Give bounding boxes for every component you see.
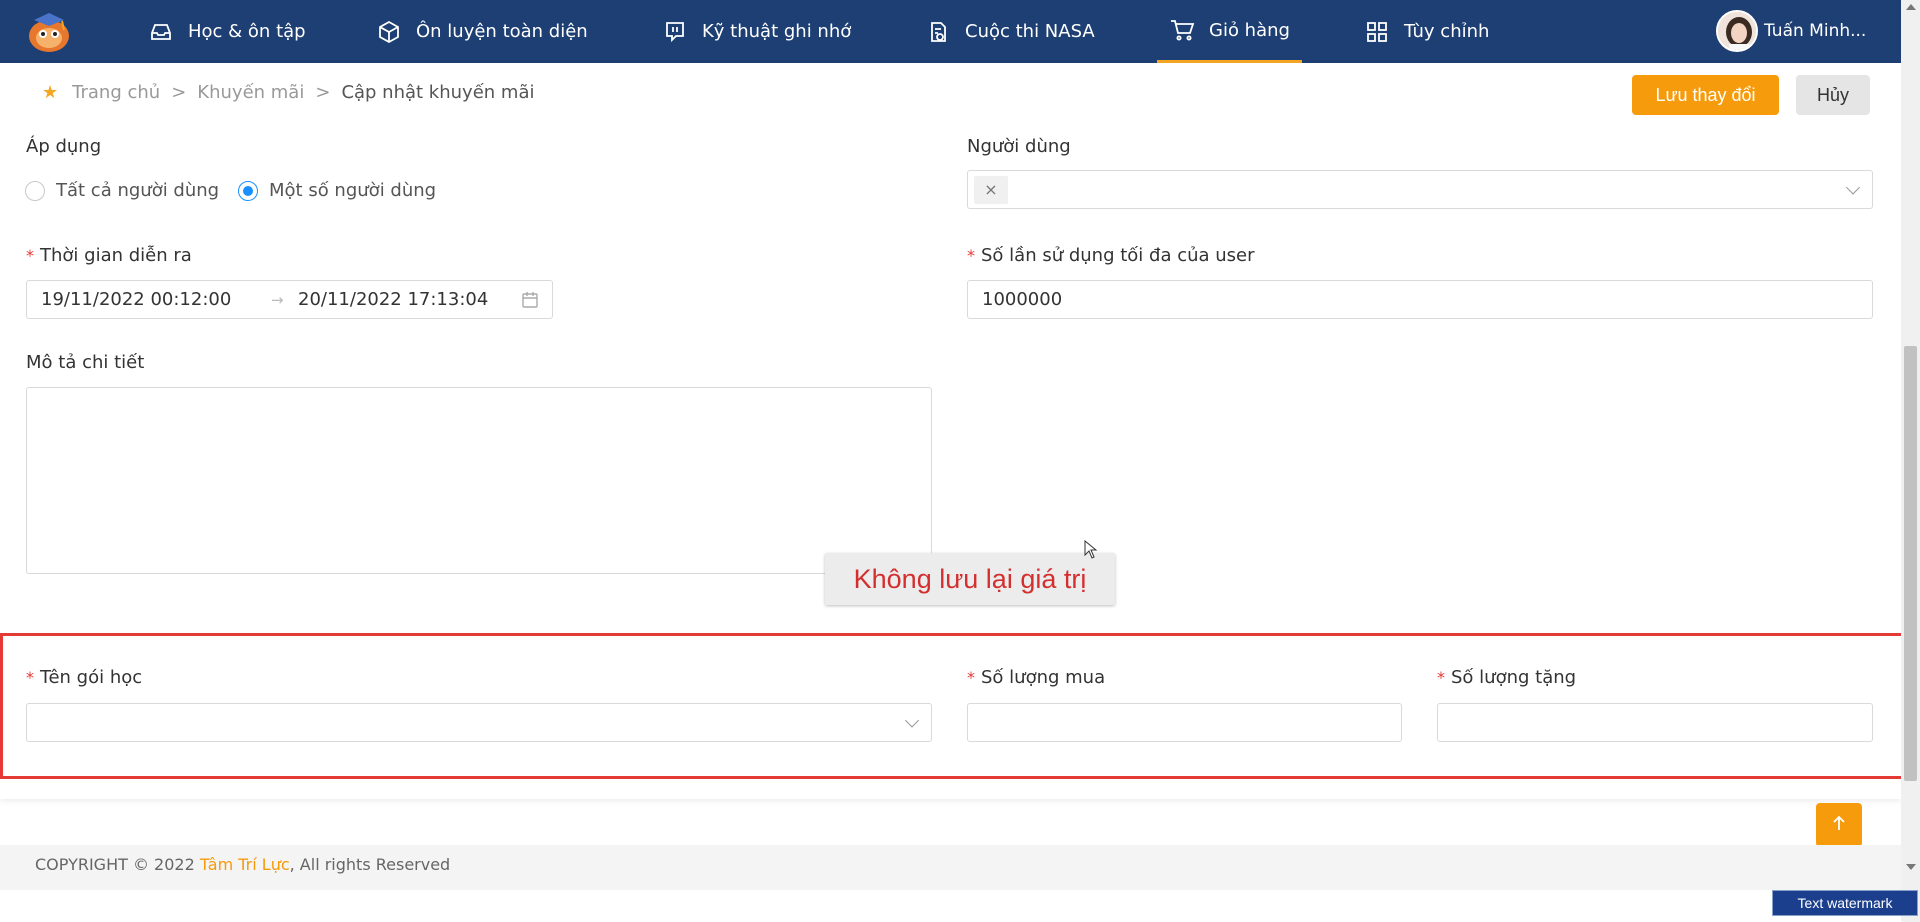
- scroll-to-top-button[interactable]: [1816, 803, 1862, 847]
- radio-all-users[interactable]: Tất cả người dùng: [25, 180, 219, 201]
- package-select[interactable]: [26, 703, 932, 742]
- brand-link[interactable]: Tâm Trí Lực: [200, 855, 290, 874]
- chevron-down-icon: [904, 712, 920, 728]
- annotation-callout: Không lưu lại giá trị: [825, 553, 1115, 605]
- nav-item-hoc-on-tap[interactable]: Học & ôn tập: [148, 0, 306, 63]
- close-icon[interactable]: ×: [984, 180, 997, 199]
- nav-item-gio-hang[interactable]: Giỏ hàng: [1157, 0, 1302, 63]
- text-watermark: Text watermark: [1772, 890, 1918, 916]
- nav-item-label: Học & ôn tập: [188, 21, 306, 42]
- save-button[interactable]: Lưu thay đổi: [1632, 75, 1779, 115]
- breadcrumb-section[interactable]: Khuyến mãi: [197, 82, 304, 103]
- description-textarea[interactable]: [26, 387, 932, 574]
- users-select[interactable]: ×: [967, 170, 1873, 209]
- time-label-text: Thời gian diễn ra: [40, 245, 192, 266]
- nav-item-ky-thuat[interactable]: Kỹ thuật ghi nhớ: [662, 0, 851, 63]
- required-mark: *: [1437, 668, 1445, 687]
- date-end-input[interactable]: 20/11/2022 17:13:04: [298, 289, 488, 310]
- box-icon: [376, 19, 402, 45]
- vertical-scrollbar[interactable]: [1901, 0, 1920, 922]
- required-mark: *: [26, 246, 34, 265]
- nav-item-label: Cuộc thi NASA: [965, 21, 1095, 42]
- clipboard-icon: [925, 19, 951, 45]
- avatar: [1716, 10, 1758, 52]
- gift-qty-input[interactable]: [1437, 703, 1873, 742]
- arrow-right-icon: →: [271, 290, 284, 309]
- max-use-label: * Số lần sử dụng tối đa của user: [967, 245, 1255, 266]
- max-use-value: 1000000: [982, 289, 1063, 310]
- copyright-suffix: , All rights Reserved: [289, 855, 451, 874]
- app-logo[interactable]: [24, 10, 74, 54]
- radio-circle: [238, 180, 258, 201]
- users-label: Người dùng: [967, 136, 1071, 157]
- star-icon: ★: [42, 82, 59, 103]
- grid-icon: [1364, 19, 1390, 45]
- top-navbar: Học & ôn tập Ôn luyện toàn diện Kỹ thuật…: [0, 0, 1901, 63]
- nav-item-tuy-chinh[interactable]: Tùy chỉnh: [1364, 0, 1489, 63]
- scroll-up-arrow-icon[interactable]: [1906, 4, 1916, 10]
- breadcrumb-current: Cập nhật khuyến mãi: [341, 82, 535, 103]
- copyright-prefix: COPYRIGHT © 2022: [35, 855, 200, 874]
- radio-circle: [25, 180, 45, 201]
- nav-item-on-luyen[interactable]: Ôn luyện toàn diện: [376, 0, 588, 63]
- user-tag[interactable]: ×: [974, 175, 1008, 204]
- required-mark: *: [26, 668, 34, 687]
- radio-label: Một số người dùng: [269, 180, 437, 201]
- arrow-up-icon: [1831, 814, 1847, 836]
- calendar-icon: [521, 291, 539, 314]
- nav-item-label: Ôn luyện toàn diện: [416, 21, 588, 42]
- inbox-icon: [148, 19, 174, 45]
- breadcrumb-separator: >: [171, 82, 187, 103]
- nav-item-label: Tùy chỉnh: [1404, 21, 1490, 42]
- max-use-input[interactable]: 1000000: [967, 280, 1873, 319]
- cart-icon: [1169, 17, 1195, 43]
- nav-item-cuoc-thi[interactable]: Cuộc thi NASA: [925, 0, 1095, 63]
- cancel-button[interactable]: Hủy: [1796, 75, 1870, 115]
- package-label-text: Tên gói học: [40, 667, 143, 688]
- buy-qty-label: * Số lượng mua: [967, 667, 1105, 688]
- gift-qty-label: * Số lượng tặng: [1437, 667, 1576, 688]
- copyright-text: COPYRIGHT © 2022 Tâm Trí Lực, All rights…: [35, 855, 450, 874]
- date-start-input[interactable]: 19/11/2022 00:12:00: [41, 289, 231, 310]
- required-mark: *: [967, 246, 975, 265]
- chevron-down-icon: [1845, 179, 1861, 195]
- breadcrumb-separator: >: [315, 82, 331, 103]
- radio-some-users[interactable]: Một số người dùng: [238, 180, 436, 201]
- date-range-picker[interactable]: 19/11/2022 00:12:00 → 20/11/2022 17:13:0…: [26, 280, 553, 319]
- chat-icon: [662, 19, 688, 45]
- apply-label: Áp dụng: [26, 136, 102, 157]
- nav-item-label: Kỹ thuật ghi nhớ: [702, 21, 852, 42]
- buy-qty-input[interactable]: [967, 703, 1402, 742]
- user-name: Tuấn Minh...: [1764, 21, 1867, 41]
- gift-qty-label-text: Số lượng tặng: [1451, 667, 1577, 688]
- max-use-label-text: Số lần sử dụng tối đa của user: [981, 245, 1255, 266]
- breadcrumb-home[interactable]: Trang chủ: [72, 82, 160, 103]
- nav-item-label: Giỏ hàng: [1209, 19, 1290, 41]
- user-menu[interactable]: Tuấn Minh...: [1716, 10, 1866, 52]
- radio-label: Tất cả người dùng: [56, 180, 220, 201]
- required-mark: *: [967, 668, 975, 687]
- buy-qty-label-text: Số lượng mua: [981, 667, 1106, 688]
- scrollbar-thumb[interactable]: [1904, 346, 1917, 781]
- time-label: * Thời gian diễn ra: [26, 245, 192, 266]
- description-label: Mô tả chi tiết: [26, 352, 145, 373]
- breadcrumb: ★ Trang chủ > Khuyến mãi > Cập nhật khuy…: [42, 82, 534, 103]
- package-label: * Tên gói học: [26, 667, 142, 688]
- scroll-down-arrow-icon[interactable]: [1906, 864, 1916, 870]
